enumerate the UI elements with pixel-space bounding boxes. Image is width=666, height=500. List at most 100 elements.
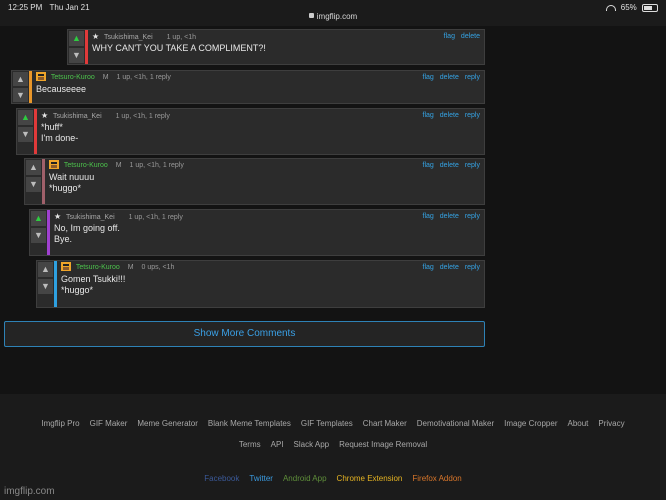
wifi-icon: [605, 4, 616, 11]
comment-actions: flag delete reply: [419, 159, 480, 173]
vote-controls: ▲ ▼: [37, 261, 54, 307]
comment: ▲ ▼ ★ Tsukishima_Kei 1 up, <1h flag dele…: [67, 29, 485, 65]
footer-link[interactable]: Chart Maker: [363, 419, 407, 428]
reply-link[interactable]: reply: [465, 74, 480, 81]
downvote-arrow-icon[interactable]: ▼: [31, 228, 46, 243]
comment-author[interactable]: Tetsuro-Kuroo: [51, 74, 95, 81]
footer-link[interactable]: Request Image Removal: [339, 440, 427, 449]
vote-controls: ▲ ▼: [12, 71, 29, 103]
upvote-arrow-icon[interactable]: ▲: [13, 72, 28, 86]
comment-stats: 1 up, <1h, 1 reply: [115, 113, 170, 120]
delete-link[interactable]: delete: [440, 162, 459, 169]
footer-link[interactable]: Twitter: [249, 474, 273, 483]
footer-link[interactable]: Firefox Addon: [412, 474, 461, 483]
comment-actions: flag delete reply: [419, 109, 480, 123]
url-text: imgflip.com: [316, 12, 358, 21]
footer-links-primary: Imgflip Pro GIF Maker Meme Generator Blank …: [0, 419, 666, 428]
footer-link[interactable]: Image Cropper: [504, 419, 557, 428]
downvote-arrow-icon[interactable]: ▼: [38, 279, 53, 294]
thread-accent-bar: [34, 109, 37, 154]
comment-actions: flag delete: [440, 30, 480, 44]
comment-meta: ★ Tsukishima_Kei 1 up, <1h, 1 reply flag…: [41, 109, 480, 122]
thread-accent-bar: [29, 71, 32, 103]
comment-stats: 1 up, <1h: [166, 34, 196, 41]
delete-link[interactable]: delete: [440, 74, 459, 81]
footer-link[interactable]: About: [567, 419, 588, 428]
comment: ▲ ▼ ★ Tsukishima_Kei 1 up, <1h, 1 reply …: [16, 108, 485, 155]
upvote-arrow-icon[interactable]: ▲: [18, 110, 33, 125]
delete-link[interactable]: delete: [440, 213, 459, 220]
reply-link[interactable]: reply: [465, 112, 480, 119]
comment-stats: 1 up, <1h, 1 reply: [128, 214, 183, 221]
status-time: 12:25 PM Thu Jan 21: [8, 3, 90, 12]
comment-author[interactable]: Tetsuro-Kuroo: [76, 264, 120, 271]
comment-meta: Tetsuro-Kuroo M 0 ups, <1h flag delete r…: [61, 261, 480, 274]
footer-link[interactable]: Terms: [239, 440, 261, 449]
comment-author[interactable]: Tsukishima_Kei: [104, 34, 153, 41]
downvote-arrow-icon[interactable]: ▼: [18, 127, 33, 142]
comment-stats: 1 up, <1h, 1 reply: [116, 74, 171, 81]
reply-link[interactable]: reply: [465, 213, 480, 220]
comment-text: WHY CAN'T YOU TAKE A COMPLIMENT?!: [92, 43, 266, 53]
comment-actions: flag delete reply: [419, 210, 480, 224]
comment-text: Wait nuuuu *huggo*: [49, 172, 95, 193]
vote-controls: ▲ ▼: [25, 159, 42, 204]
flag-link[interactable]: flag: [423, 74, 434, 81]
footer-links-apps: Facebook Twitter Android App Chrome Extensi…: [0, 474, 666, 483]
thread-accent-bar: [85, 30, 88, 64]
comment-text: Becauseeee: [36, 84, 87, 94]
battery-fill: [644, 5, 652, 10]
footer-link[interactable]: Slack App: [294, 440, 330, 449]
footer-link[interactable]: Blank Meme Templates: [208, 419, 291, 428]
upvote-arrow-icon[interactable]: ▲: [26, 160, 41, 175]
comment: ▲ ▼ Tetsuro-Kuroo M 0 ups, <1h flag dele…: [36, 260, 485, 308]
comment-meta: ★ Tsukishima_Kei 1 up, <1h, 1 reply flag…: [54, 210, 480, 223]
flag-link[interactable]: flag: [423, 213, 434, 220]
upvote-arrow-icon[interactable]: ▲: [31, 211, 46, 226]
reply-link[interactable]: reply: [465, 162, 480, 169]
footer-link[interactable]: API: [271, 440, 284, 449]
delete-link[interactable]: delete: [440, 112, 459, 119]
footer-link[interactable]: GIF Maker: [90, 419, 128, 428]
lock-icon: [308, 13, 314, 19]
delete-link[interactable]: delete: [440, 264, 459, 271]
comment-author[interactable]: Tsukishima_Kei: [66, 214, 115, 221]
footer-link[interactable]: GIF Templates: [301, 419, 353, 428]
comment-text: No, Im going off. Bye.: [54, 223, 120, 244]
comment-author[interactable]: Tetsuro-Kuroo: [64, 162, 108, 169]
flag-link[interactable]: flag: [423, 112, 434, 119]
comment: ▲ ▼ Tetsuro-Kuroo M 1 up, <1h, 1 reply f…: [11, 70, 485, 104]
footer-link[interactable]: Android App: [283, 474, 327, 483]
show-more-comments-button[interactable]: Show More Comments: [4, 321, 485, 347]
clock: 12:25 PM: [8, 3, 43, 12]
footer-link[interactable]: Demotivational Maker: [417, 419, 494, 428]
star-icon: ★: [54, 212, 62, 221]
reply-link[interactable]: reply: [465, 264, 480, 271]
flag-link[interactable]: flag: [444, 33, 455, 40]
comment-actions: flag delete reply: [419, 261, 480, 275]
downvote-arrow-icon[interactable]: ▼: [69, 48, 84, 63]
footer-link[interactable]: Chrome Extension: [337, 474, 403, 483]
flag-link[interactable]: flag: [423, 162, 434, 169]
avatar-icon: [36, 71, 46, 81]
downvote-arrow-icon[interactable]: ▼: [26, 177, 41, 192]
comment-author[interactable]: Tsukishima_Kei: [53, 113, 102, 120]
status-bar: 12:25 PM Thu Jan 21 imgflip.com 65%: [0, 0, 666, 26]
vote-controls: ▲ ▼: [30, 210, 47, 255]
downvote-arrow-icon[interactable]: ▼: [13, 88, 28, 102]
comment: ▲ ▼ ★ Tsukishima_Kei 1 up, <1h, 1 reply …: [29, 209, 485, 256]
upvote-arrow-icon[interactable]: ▲: [38, 262, 53, 277]
mod-badge: M: [102, 74, 109, 81]
delete-link[interactable]: delete: [461, 33, 480, 40]
footer-link[interactable]: Facebook: [204, 474, 239, 483]
footer-link[interactable]: Privacy: [598, 419, 624, 428]
address-bar[interactable]: imgflip.com: [0, 12, 666, 21]
comment-stats: 1 up, <1h, 1 reply: [129, 162, 184, 169]
upvote-arrow-icon[interactable]: ▲: [69, 31, 84, 46]
comment-meta: Tetsuro-Kuroo M 1 up, <1h, 1 reply flag …: [36, 71, 480, 84]
comment-actions: flag delete reply: [419, 71, 480, 85]
flag-link[interactable]: flag: [423, 264, 434, 271]
footer-link[interactable]: Imgflip Pro: [41, 419, 79, 428]
battery-percent: 65%: [620, 3, 637, 12]
footer-link[interactable]: Meme Generator: [137, 419, 197, 428]
